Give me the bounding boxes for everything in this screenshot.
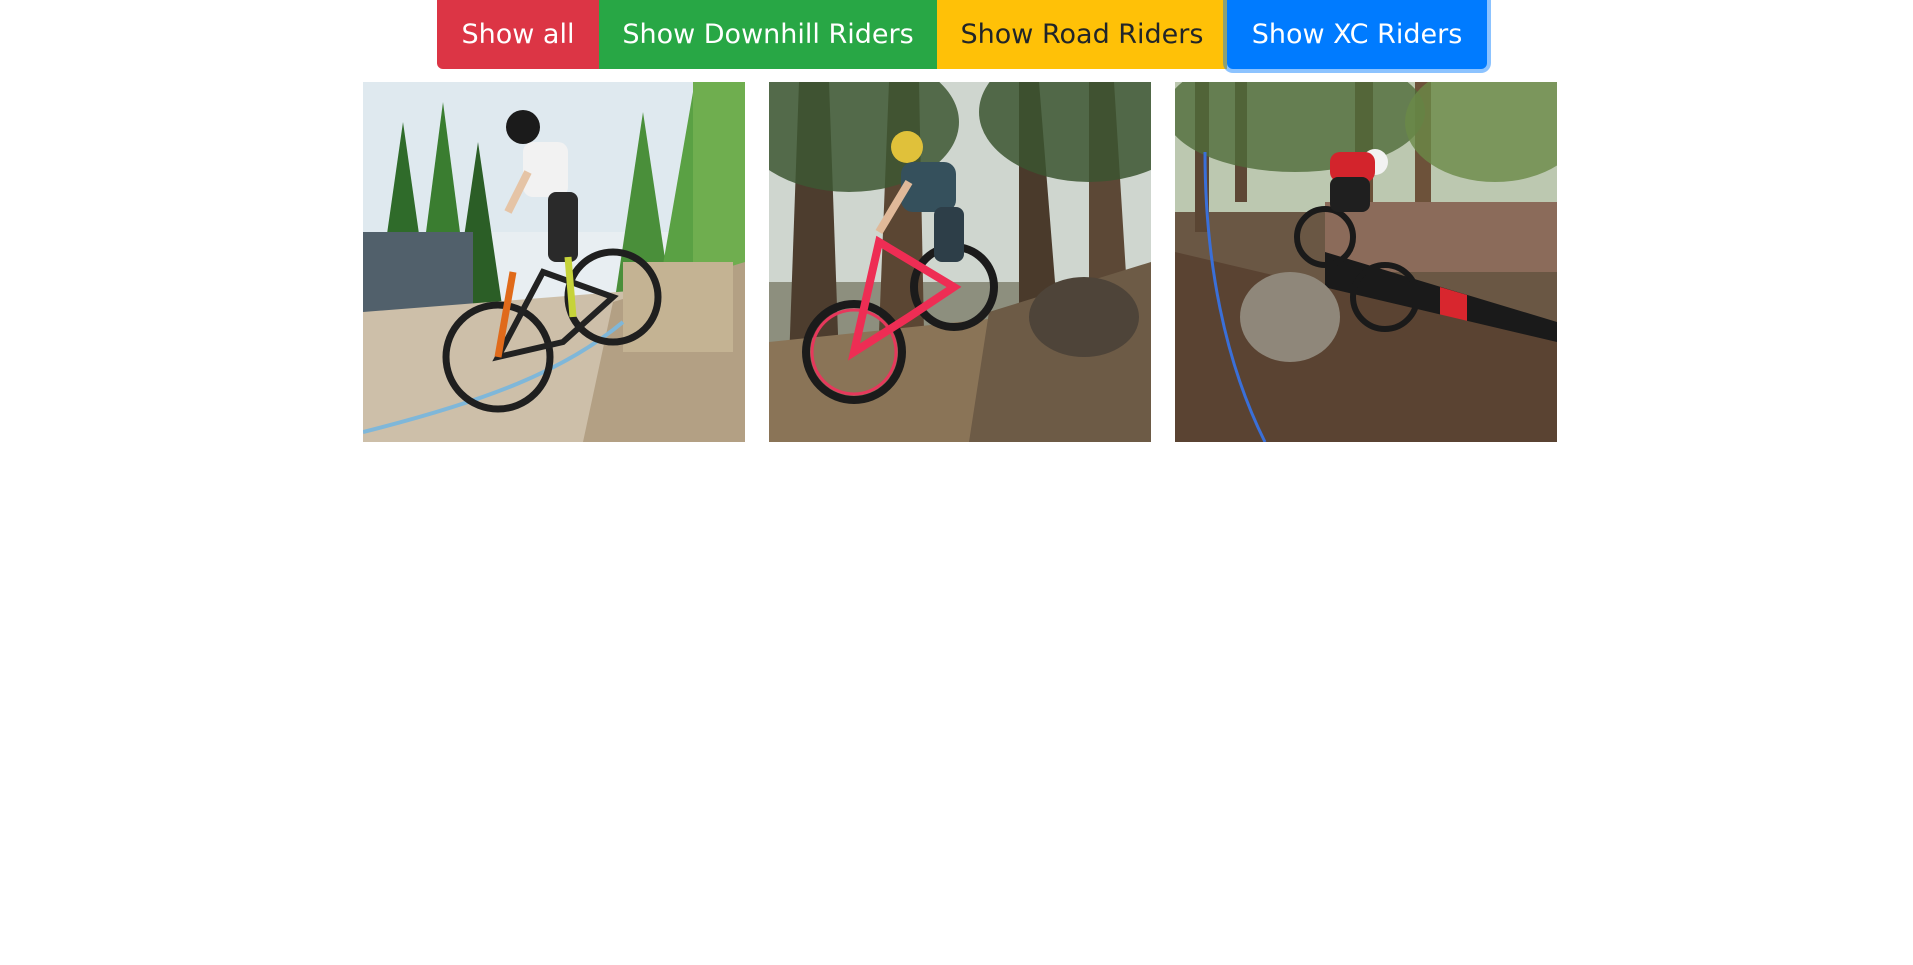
rider-filter-bar: Show all Show Downhill Riders Show Road … [437, 0, 1487, 69]
rider-photo-1-image [363, 82, 745, 442]
rider-photo-3[interactable] [1175, 82, 1557, 442]
show-downhill-riders-button[interactable]: Show Downhill Riders [599, 0, 937, 69]
rider-photo-3-image [1175, 82, 1557, 442]
rider-photo-1[interactable] [363, 82, 745, 442]
rider-photo-2-image [769, 82, 1151, 442]
page: Show all Show Downhill Riders Show Road … [0, 0, 1913, 965]
rider-photo-2[interactable] [769, 82, 1151, 442]
show-all-button[interactable]: Show all [437, 0, 599, 69]
show-xc-riders-button[interactable]: Show XC Riders [1227, 0, 1487, 69]
show-road-riders-button[interactable]: Show Road Riders [937, 0, 1227, 69]
rider-gallery [363, 82, 1557, 442]
